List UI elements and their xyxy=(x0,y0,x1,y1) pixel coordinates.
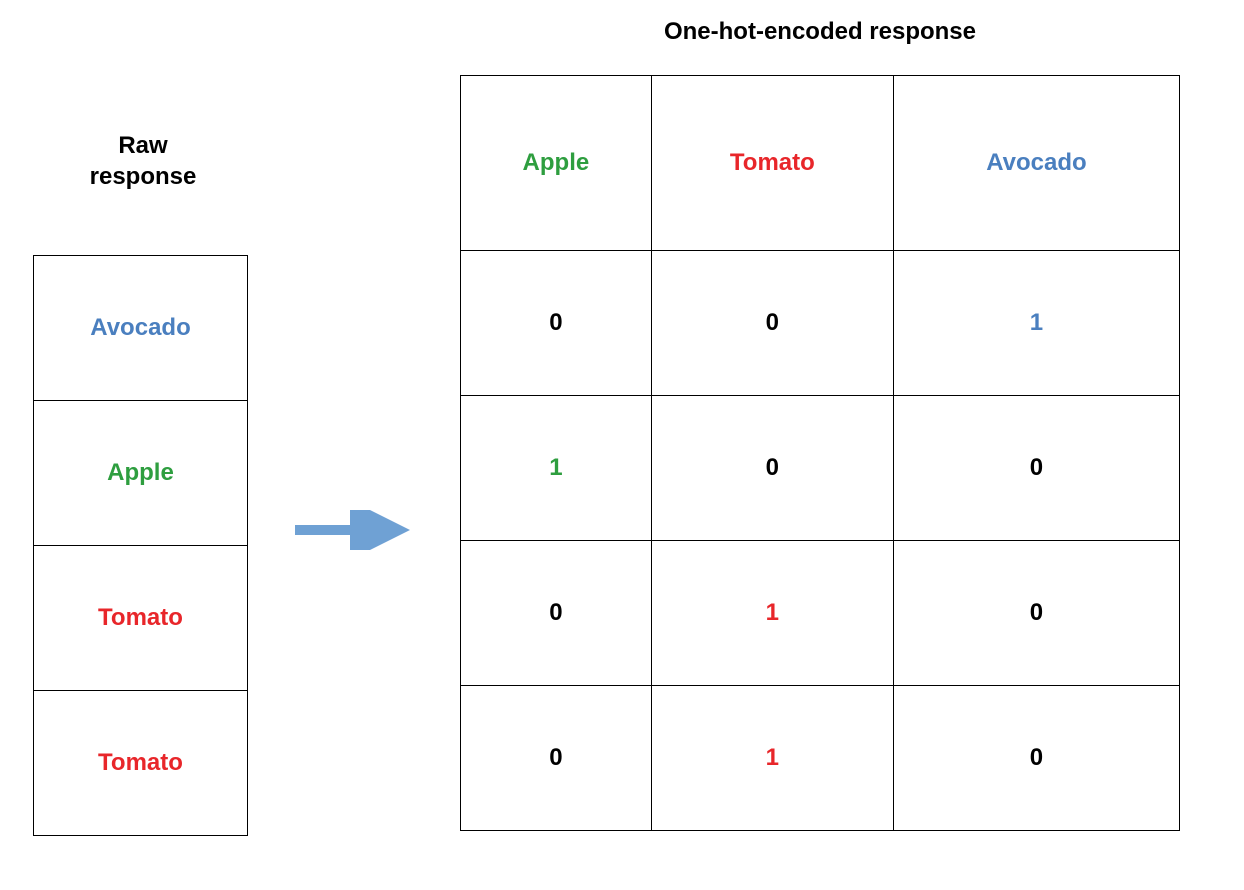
table-row: 0 1 0 xyxy=(461,686,1180,831)
raw-cell: Apple xyxy=(34,401,248,546)
encoded-table-body: 0 0 1 1 0 0 0 1 0 0 1 0 xyxy=(461,251,1180,831)
raw-cell: Avocado xyxy=(34,256,248,401)
raw-table-body: Avocado Apple Tomato Tomato xyxy=(34,256,248,836)
encoded-table-head: Apple Tomato Avocado xyxy=(461,76,1180,251)
encoded-response-table: Apple Tomato Avocado 0 0 1 1 0 0 0 1 0 xyxy=(460,75,1180,831)
encoded-cell: 0 xyxy=(461,686,652,831)
encoded-response-title: One-hot-encoded response xyxy=(460,18,1180,46)
table-row: Apple xyxy=(34,401,248,546)
encoded-cell: 1 xyxy=(461,396,652,541)
raw-cell: Tomato xyxy=(34,691,248,836)
table-row: Tomato xyxy=(34,691,248,836)
encoded-header: Apple xyxy=(461,76,652,251)
encoded-cell: 1 xyxy=(893,251,1179,396)
encoded-cell: 1 xyxy=(651,541,893,686)
encoded-cell: 0 xyxy=(651,251,893,396)
table-row: 0 1 0 xyxy=(461,541,1180,686)
raw-response-table: Avocado Apple Tomato Tomato xyxy=(33,255,248,836)
encoded-header: Tomato xyxy=(651,76,893,251)
table-row: Avocado xyxy=(34,256,248,401)
encoded-cell: 0 xyxy=(461,541,652,686)
encoded-cell: 0 xyxy=(893,686,1179,831)
encoded-cell: 0 xyxy=(893,541,1179,686)
diagram-container: Raw response One-hot-encoded response Av… xyxy=(0,0,1244,890)
table-row: 0 0 1 xyxy=(461,251,1180,396)
raw-cell: Tomato xyxy=(34,546,248,691)
encoded-header: Avocado xyxy=(893,76,1179,251)
table-row: 1 0 0 xyxy=(461,396,1180,541)
arrow-icon xyxy=(290,510,430,550)
table-header-row: Apple Tomato Avocado xyxy=(461,76,1180,251)
encoded-cell: 1 xyxy=(651,686,893,831)
raw-title-line2: response xyxy=(90,163,197,190)
table-row: Tomato xyxy=(34,546,248,691)
encoded-cell: 0 xyxy=(461,251,652,396)
encoded-cell: 0 xyxy=(893,396,1179,541)
raw-title-line1: Raw xyxy=(118,132,167,159)
encoded-cell: 0 xyxy=(651,396,893,541)
raw-response-title: Raw response xyxy=(68,130,218,192)
